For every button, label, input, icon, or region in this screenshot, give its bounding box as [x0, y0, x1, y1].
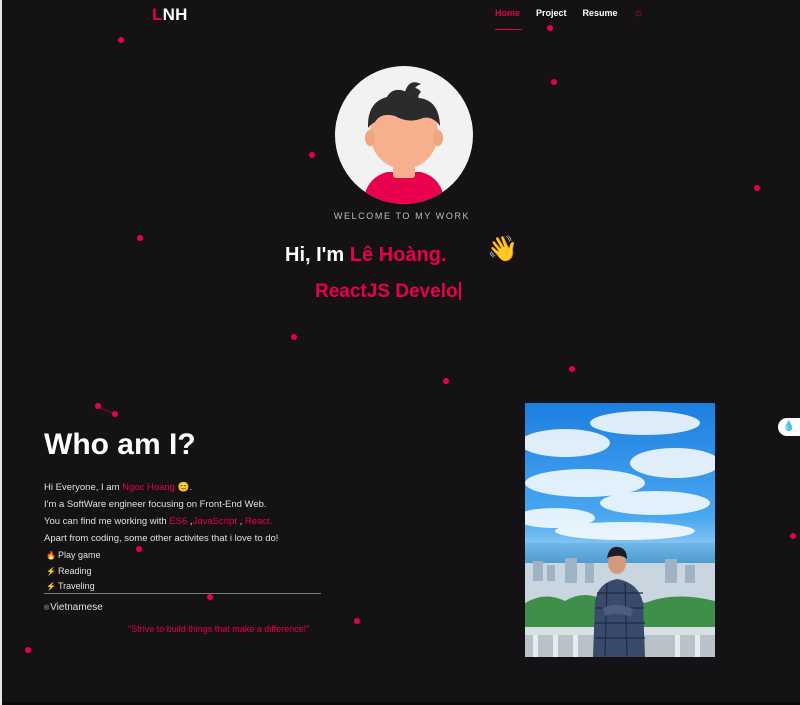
typed-role: ReactJS Develo — [315, 281, 458, 302]
waving-hand-icon: 👋 — [487, 235, 519, 263]
skill-react: React — [244, 516, 270, 527]
nav-project[interactable]: Project — [536, 8, 567, 28]
hero-name: Lê Hoàng. — [349, 244, 447, 266]
water-drop-icon[interactable]: 💧 — [778, 418, 800, 436]
profile-photo-image — [525, 403, 715, 657]
page: LNH Home Project Resume ☼ WELCOME TO MY … — [0, 0, 800, 705]
activity-list: 🔥 Play game ⚡ Reading ⚡ Traveling — [46, 548, 101, 595]
activity-item: ⚡ Reading — [46, 564, 101, 580]
divider — [44, 593, 321, 594]
typing-caret — [458, 282, 461, 300]
skill-es6: ES6 — [169, 516, 188, 527]
lightning-icon: ⚡ — [46, 566, 56, 576]
about-intro-line: Hi Everyone, I am Ngoc Hoang 😊. — [44, 482, 193, 493]
site-logo[interactable]: LNH — [152, 5, 188, 25]
activity-item: 🔥 Play game — [46, 548, 101, 564]
avatar — [335, 66, 473, 204]
logo-rest: NH — [162, 5, 188, 24]
welcome-text: WELCOME TO MY WORK — [333, 211, 471, 221]
quote-text: "Strive to build things that make a diff… — [128, 624, 310, 634]
logo-initial: L — [152, 5, 163, 24]
skill-javascript: JavaScript — [192, 516, 237, 527]
flame-icon: 🔥 — [46, 551, 56, 560]
about-paragraph: Hi Everyone, I am Ngoc Hoang 😊. I'm a So… — [44, 479, 334, 547]
hero-greeting: Hi, I'm Lê Hoàng. — [285, 244, 446, 267]
sun-icon[interactable]: ☼ — [634, 7, 644, 19]
globe-icon: ® — [44, 605, 50, 612]
about-role-line: I'm a SoftWare engineer focusing on Fron… — [44, 499, 267, 510]
nav-home[interactable]: Home — [495, 8, 523, 30]
smile-emoji-icon: 😊 — [177, 482, 190, 493]
avatar-illustration — [363, 82, 445, 204]
typewriter-text: ReactJS Develo — [315, 281, 461, 303]
main-nav: Home Project Resume ☼ — [495, 7, 644, 30]
about-hobby-line: Apart from coding, some other activites … — [44, 533, 279, 544]
intro-name: Ngoc Hoang — [122, 482, 175, 493]
about-title: Who am I? — [44, 428, 196, 461]
profile-photo — [525, 403, 715, 657]
greeting-text: Hi, I'm — [285, 244, 350, 266]
nav-resume[interactable]: Resume — [583, 8, 618, 28]
language: ®Vietnamese — [44, 602, 103, 613]
about-skills-line: You can find me working with ES6 ,JavaSc… — [44, 516, 273, 527]
